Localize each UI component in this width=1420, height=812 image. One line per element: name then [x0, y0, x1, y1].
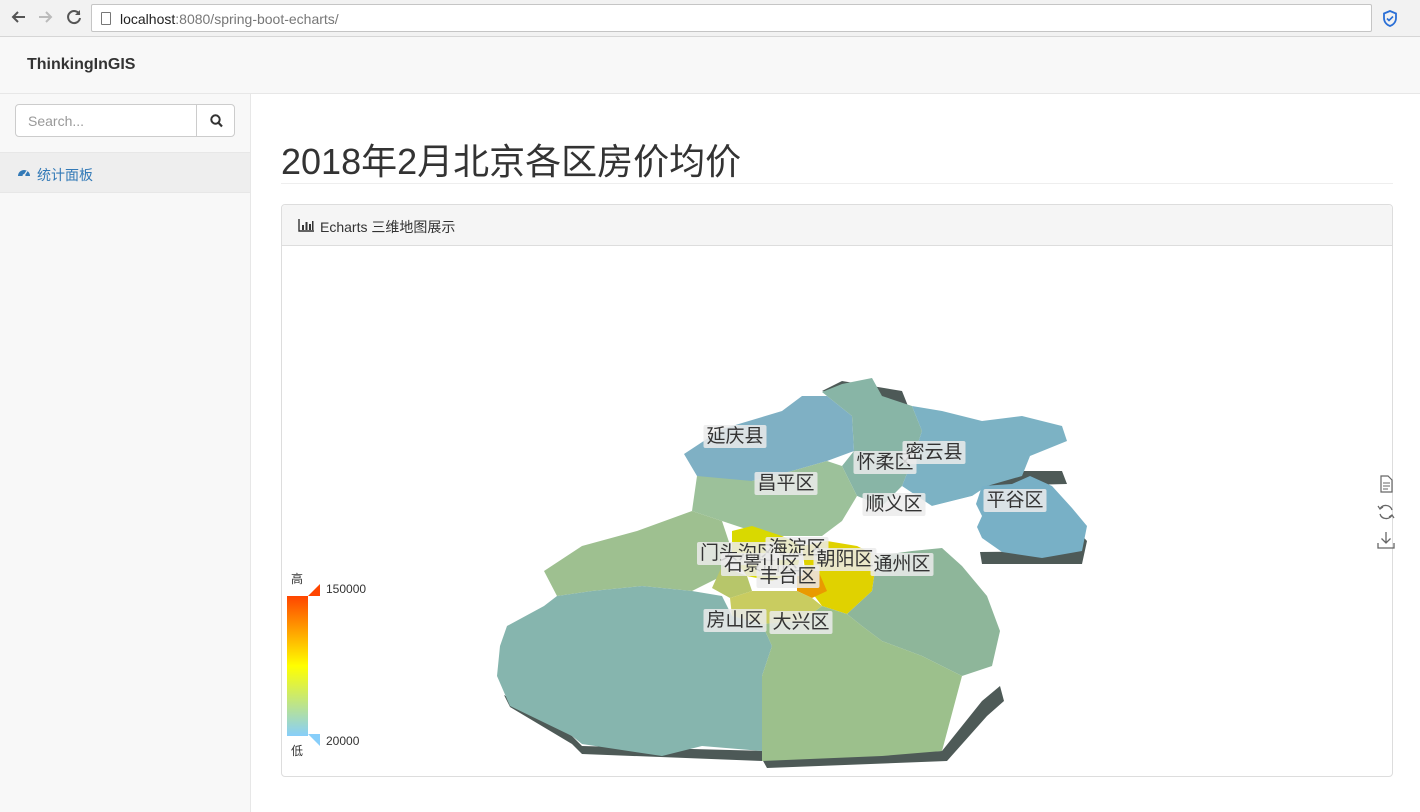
visual-map-max-handle[interactable]	[308, 584, 320, 596]
visual-map-gradient-bar[interactable]	[287, 596, 308, 736]
sidebar-item-dashboard[interactable]: 统计面板	[0, 152, 250, 193]
forward-button[interactable]	[36, 8, 56, 28]
district-label: 延庆县	[706, 425, 763, 447]
sidebar: 统计面板	[0, 94, 251, 812]
sidebar-item-label: 统计面板	[37, 167, 93, 183]
address-bar[interactable]: localhost:8080/spring-boot-echarts/	[91, 4, 1372, 32]
data-view-icon[interactable]	[1377, 475, 1395, 493]
map-svg: 延庆县怀柔区密云县平谷区昌平区顺义区门头沟区海淀区石景山区朝阳区丰台区通州区房山…	[287, 378, 1087, 768]
map-chart[interactable]: 延庆县怀柔区密云县平谷区昌平区顺义区门头沟区海淀区石景山区朝阳区丰台区通州区房山…	[282, 246, 1395, 776]
title-divider	[281, 183, 1393, 184]
visual-map-max-label: 150000	[326, 582, 366, 596]
brand-link[interactable]: ThinkingInGIS	[27, 56, 135, 74]
district-label: 房山区	[706, 609, 763, 631]
visual-map-low-text: 低	[291, 744, 303, 758]
district-label: 通州区	[873, 553, 930, 575]
district-label: 昌平区	[757, 473, 814, 494]
district-label: 丰台区	[759, 565, 816, 587]
dashboard-icon	[18, 170, 30, 177]
arrow-right-icon	[39, 11, 53, 23]
search-button[interactable]	[196, 104, 235, 137]
reload-icon	[67, 10, 81, 25]
visual-map-min-handle[interactable]	[308, 734, 320, 746]
browser-toolbar: localhost:8080/spring-boot-echarts/	[0, 0, 1420, 37]
url-text: localhost:8080/spring-boot-echarts/	[120, 11, 339, 27]
reload-button[interactable]	[64, 8, 84, 28]
district-label: 平谷区	[986, 489, 1043, 511]
page-title: 2018年2月北京各区房价均价	[281, 141, 742, 182]
district-label: 密云县	[905, 441, 962, 463]
district-pinggu[interactable]	[972, 476, 1087, 558]
visual-map-min-label: 20000	[326, 734, 360, 748]
district-label: 朝阳区	[816, 548, 873, 570]
search-input[interactable]	[15, 104, 198, 137]
search-icon	[210, 114, 223, 128]
district-label: 顺义区	[865, 493, 922, 515]
panel-heading: Echarts 三维地图展示	[282, 205, 1392, 246]
bar-chart-icon	[298, 219, 314, 232]
page-icon	[101, 12, 111, 25]
district-label: 大兴区	[772, 611, 829, 633]
panel-heading-label: Echarts 三维地图展示	[320, 219, 456, 235]
visual-map-high-text: 高	[291, 571, 303, 586]
save-image-icon[interactable]	[1377, 531, 1395, 549]
chart-panel: Echarts 三维地图展示 延庆县 怀柔区 密云县 平谷区 昌平区 顺义区 海…	[281, 204, 1395, 777]
back-button[interactable]	[8, 8, 28, 28]
top-navbar: ThinkingInGIS	[0, 37, 1420, 94]
restore-icon[interactable]	[1377, 503, 1395, 521]
arrow-left-icon	[11, 11, 25, 23]
shield-icon[interactable]	[1382, 10, 1398, 27]
visual-map[interactable]: 高 150000 20000 低	[287, 571, 366, 758]
